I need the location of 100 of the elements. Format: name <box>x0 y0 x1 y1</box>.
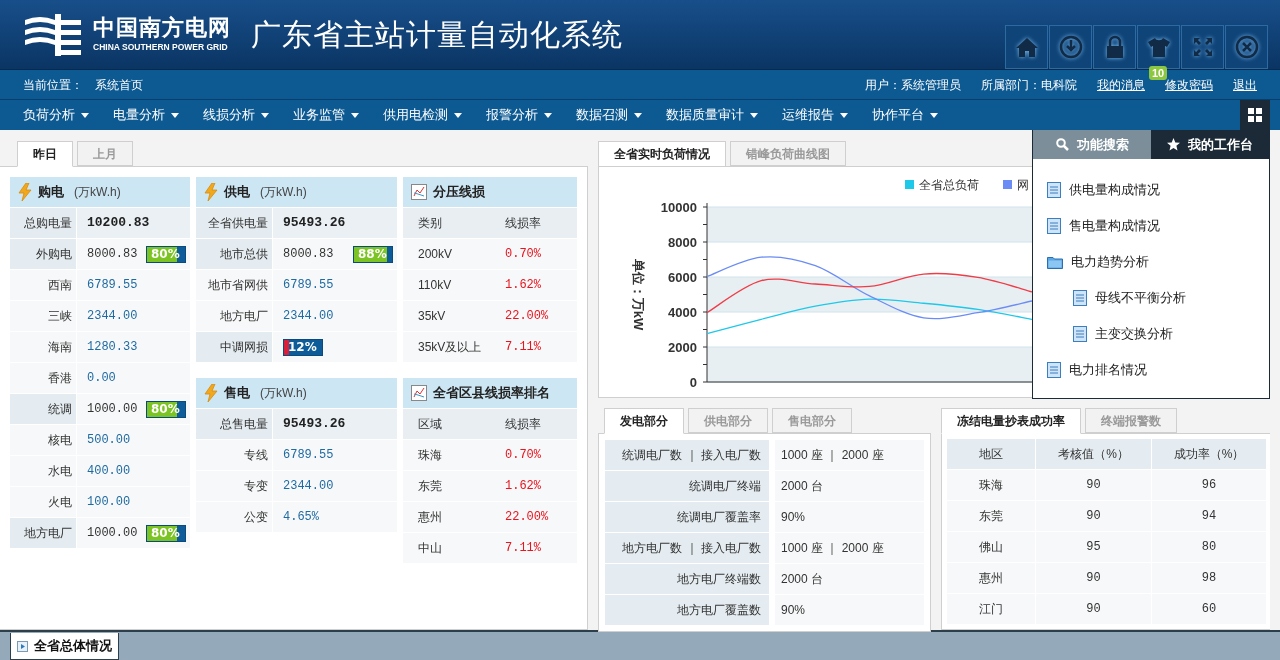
table-cell: 98 <box>1152 563 1266 593</box>
shirt-icon <box>1146 35 1171 59</box>
legend-swatch <box>1003 180 1012 189</box>
workbench-item[interactable]: 母线不平衡分析 <box>1047 280 1269 316</box>
header-link[interactable]: 退出 <box>1233 77 1257 92</box>
table-cell-text: 1000.00 <box>87 525 138 542</box>
table-cell: 佛山 <box>947 532 1035 562</box>
row-label: 总售电量 <box>196 409 272 439</box>
table-cell: 90 <box>1036 501 1151 531</box>
power-button[interactable] <box>1049 25 1092 69</box>
home-button[interactable] <box>1005 25 1048 69</box>
table-cell: 1000 座 ｜ 2000 座 <box>775 533 924 563</box>
header-link[interactable]: 我的消息 <box>1097 77 1145 92</box>
column-header: 考核值（%） <box>1036 439 1151 469</box>
table-cell-text: 6789.55 <box>283 447 334 464</box>
workbench-item[interactable]: 供电量构成情况 <box>1047 172 1269 208</box>
table-cell-text: 35kV及以上 <box>417 339 483 356</box>
workbench-item[interactable]: 电力趋势分析 <box>1047 244 1269 280</box>
progress-reading: 12% <box>287 339 317 356</box>
row-label: 火电 <box>10 487 76 517</box>
caret-icon <box>750 112 758 118</box>
row-label: 公变 <box>196 502 272 532</box>
logo-text: 中国南方电网 <box>93 17 231 40</box>
star-icon <box>1167 138 1180 151</box>
menu-item[interactable]: 供用电检测 <box>371 100 474 130</box>
table-cell: 90 <box>1036 470 1151 500</box>
column-header: 线损率 <box>504 416 542 433</box>
location-label: 当前位置： <box>23 76 83 94</box>
row-label: 地市总供 <box>196 239 272 269</box>
tab[interactable]: 全省总体情况 <box>10 633 119 660</box>
table-cell-text: 中山 <box>417 540 443 557</box>
logo-subtitle: CHINA SOUTHERN POWER GRID <box>93 43 229 52</box>
lightning-icon <box>204 384 218 402</box>
shirt-button[interactable] <box>1137 25 1180 69</box>
column-header: 类别 <box>417 215 443 232</box>
tab[interactable]: 全省实时负荷情况 <box>598 141 726 167</box>
caret-icon <box>544 112 552 118</box>
menu-item[interactable]: 负荷分析 <box>11 100 101 130</box>
document-icon <box>1047 182 1061 198</box>
legend-swatch <box>905 180 914 189</box>
row-label: 全省供电量 <box>196 208 272 238</box>
tab[interactable]: 我的工作台 <box>1151 130 1269 159</box>
axis-tick-label: 0 <box>689 375 697 390</box>
header-link[interactable]: 修改密码 <box>1165 77 1213 92</box>
workbench-item[interactable]: 售电量构成情况 <box>1047 208 1269 244</box>
axis-tick-label: 4000 <box>668 305 697 320</box>
lightning-icon <box>204 183 218 201</box>
logo-icon <box>25 11 83 58</box>
row-label: 水电 <box>10 456 76 486</box>
menu-item[interactable]: 业务监管 <box>281 100 371 130</box>
table-cell: 96 <box>1152 470 1266 500</box>
caret-icon <box>171 112 179 118</box>
table-cell-text: 珠海 <box>417 447 443 464</box>
menu-item[interactable]: 数据召测 <box>564 100 654 130</box>
table-cell-text: 1000.00 <box>87 401 138 418</box>
row-label: 统调电厂覆盖率 <box>605 502 769 532</box>
grid-icon <box>1248 108 1262 122</box>
row-label: 海南 <box>10 332 76 362</box>
system-title: 广东省主站计量自动化系统 <box>251 16 623 54</box>
close-button[interactable] <box>1225 25 1268 69</box>
tab[interactable]: 昨日 <box>17 141 73 167</box>
axis-tick-label: 10000 <box>660 200 697 215</box>
search-icon <box>1055 138 1069 151</box>
table-cell-text: 0.70% <box>504 447 542 464</box>
section-title: 购电 <box>38 183 64 202</box>
table-cell-text: 2344.00 <box>283 308 334 325</box>
table-cell-text: 22.00% <box>504 509 550 526</box>
row-label: 地方电厂终端数 <box>605 564 769 594</box>
menu-item[interactable]: 数据质量审计 <box>654 100 770 130</box>
menu-item[interactable]: 报警分析 <box>474 100 564 130</box>
tab[interactable]: 发电部分 <box>604 408 684 434</box>
menu-item[interactable]: 电量分析 <box>101 100 191 130</box>
department-text: 所属部门：电科院 <box>981 76 1077 94</box>
row-label: 地市省网供 <box>196 270 272 300</box>
unit-label: (万kW.h) <box>260 385 307 402</box>
legend-label: 全省总负荷 <box>919 178 979 192</box>
close-icon <box>1234 35 1259 59</box>
tab[interactable]: 冻结电量抄表成功率 <box>941 408 1081 434</box>
lightning-icon <box>18 183 32 201</box>
grid-button[interactable] <box>1240 100 1270 130</box>
row-label: 中调网损 <box>196 332 272 362</box>
progress-reading: 80% <box>150 246 180 263</box>
workbench-item[interactable]: 电力排名情况 <box>1047 352 1269 388</box>
column-header: 成功率（%） <box>1152 439 1266 469</box>
menu-item[interactable]: 协作平台 <box>860 100 950 130</box>
table-cell: 94 <box>1152 501 1266 531</box>
table-cell: 90 <box>1036 563 1151 593</box>
table-cell-text: 8000.83 <box>87 246 138 263</box>
workbench-item[interactable]: 主变交换分析 <box>1047 316 1269 352</box>
menu-item[interactable]: 运维报告 <box>770 100 860 130</box>
progress-reading: 88% <box>357 246 387 263</box>
table-cell: 60 <box>1152 594 1266 624</box>
row-label: 外购电 <box>10 239 76 269</box>
menu-item[interactable]: 线损分析 <box>191 100 281 130</box>
column-header: 区域 <box>417 416 443 433</box>
axis-tick-label: 8000 <box>668 235 697 250</box>
table-cell: 江门 <box>947 594 1035 624</box>
caret-icon <box>930 112 938 118</box>
table-cell-text: 2344.00 <box>87 308 138 325</box>
section-title: 供电 <box>224 183 250 202</box>
